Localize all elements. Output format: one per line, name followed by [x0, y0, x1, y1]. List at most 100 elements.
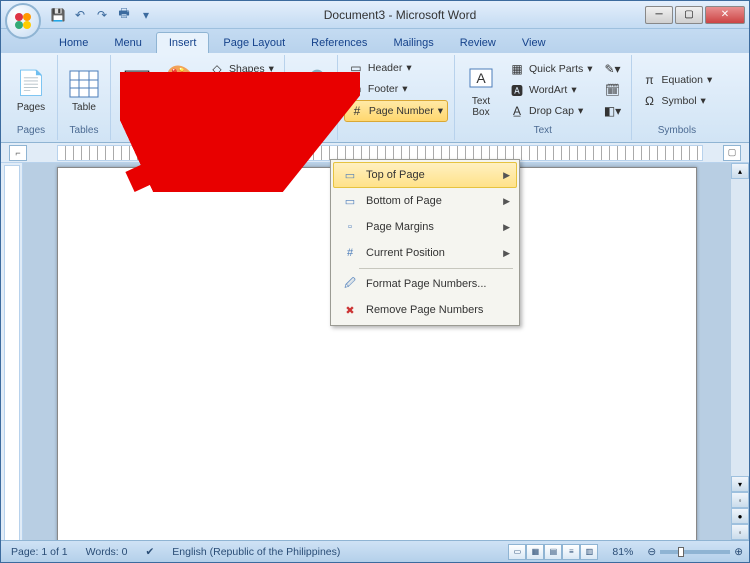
symbol-button[interactable]: ΩSymbol ▾ — [638, 91, 717, 111]
pages-button[interactable]: 📄 Pages — [11, 64, 51, 117]
web-layout-view[interactable]: ▤ — [544, 544, 562, 560]
office-button[interactable] — [5, 3, 41, 39]
header-icon: ▭ — [348, 60, 364, 76]
menu-page-margins[interactable]: ▫ Page Margins ▶ — [333, 214, 517, 240]
shapes-icon: ◇ — [209, 61, 225, 77]
clipart-icon: 🎨 — [165, 62, 197, 94]
tab-selector[interactable]: ⌐ — [9, 145, 27, 161]
submenu-arrow-icon: ▶ — [503, 170, 510, 181]
minimize-button[interactable]: ─ — [645, 6, 673, 24]
tab-mailings[interactable]: Mailings — [381, 33, 445, 53]
page-number-menu: ▭ Top of Page ▶ ▭ Bottom of Page ▶ ▫ Pag… — [330, 159, 520, 326]
dropcap-button[interactable]: A̲Drop Cap ▾ — [505, 101, 597, 121]
tab-review[interactable]: Review — [448, 33, 508, 53]
menu-bottom-of-page[interactable]: ▭ Bottom of Page ▶ — [333, 188, 517, 214]
links-button[interactable]: 🔗 Links — [291, 64, 331, 117]
group-links: 🔗 Links Links — [285, 55, 338, 140]
equation-button[interactable]: πEquation ▾ — [638, 70, 717, 90]
tab-page-layout[interactable]: Page Layout — [211, 33, 297, 53]
chart-button[interactable]: 📊Chart — [205, 101, 278, 121]
browse-object-button[interactable]: ● — [731, 508, 749, 524]
zoom-out-button[interactable]: ⊖ — [647, 546, 656, 558]
menu-remove-page-numbers[interactable]: ✖ Remove Page Numbers — [333, 297, 517, 323]
tab-view[interactable]: View — [510, 33, 558, 53]
svg-text:A: A — [476, 70, 486, 86]
picture-button[interactable]: 🖼 Picture — [117, 64, 157, 117]
draft-view[interactable]: ▥ — [580, 544, 598, 560]
group-text: A Text Box ▦Quick Parts ▾ 🅰WordArt ▾ A̲D… — [455, 55, 632, 140]
vertical-ruler — [1, 163, 23, 540]
group-label: Tables — [64, 123, 104, 138]
ribbon-tabs: Home Menu Insert Page Layout References … — [1, 29, 749, 53]
group-label: Pages — [11, 123, 51, 138]
date-button[interactable]: 🗓 — [601, 80, 625, 100]
menu-top-of-page[interactable]: ▭ Top of Page ▶ — [333, 162, 517, 188]
status-page[interactable]: Page: 1 of 1 — [7, 546, 72, 558]
submenu-arrow-icon: ▶ — [503, 222, 510, 233]
titlebar: 💾 ↶ ↷ 🖶 ▾ Document3 - Microsoft Word ─ ▢… — [1, 1, 749, 29]
chart-icon: 📊 — [209, 103, 225, 119]
wordart-icon: 🅰 — [509, 82, 525, 98]
tab-menu[interactable]: Menu — [102, 33, 154, 53]
close-button[interactable]: ✕ — [705, 6, 745, 24]
zoom-level[interactable]: 81% — [608, 546, 637, 558]
group-label: Text — [461, 123, 625, 138]
obj-button[interactable]: ◧▾ — [601, 101, 625, 121]
page-margins-icon: ▫ — [340, 219, 360, 235]
quickparts-button[interactable]: ▦Quick Parts ▾ — [505, 59, 597, 79]
proofing-icon[interactable]: ✔ — [141, 546, 158, 558]
header-button[interactable]: ▭Header ▾ — [344, 58, 448, 78]
menu-current-position[interactable]: # Current Position ▶ — [333, 240, 517, 266]
scroll-track[interactable] — [731, 179, 749, 476]
status-words[interactable]: Words: 0 — [82, 546, 132, 558]
page-number-button[interactable]: #Page Number ▾ — [344, 100, 448, 122]
tab-insert[interactable]: Insert — [156, 32, 210, 53]
quickparts-icon: ▦ — [509, 61, 525, 77]
maximize-button[interactable]: ▢ — [675, 6, 703, 24]
current-position-icon: # — [340, 245, 360, 261]
picture-icon: 🖼 — [121, 68, 153, 100]
submenu-arrow-icon: ▶ — [503, 248, 510, 259]
print-layout-view[interactable]: ▭ — [508, 544, 526, 560]
tab-references[interactable]: References — [299, 33, 379, 53]
group-label: Links — [291, 123, 331, 138]
print-icon[interactable]: 🖶 — [115, 6, 133, 24]
save-icon[interactable]: 💾 — [49, 6, 67, 24]
redo-icon[interactable]: ↷ — [93, 6, 111, 24]
ruler-toggle[interactable]: ▢ — [723, 145, 741, 161]
scroll-up-button[interactable]: ▴ — [731, 163, 749, 179]
next-page-button[interactable]: ◦ — [731, 524, 749, 540]
undo-icon[interactable]: ↶ — [71, 6, 89, 24]
clipart-button[interactable]: 🎨 Clip Art — [161, 58, 201, 122]
full-screen-view[interactable]: ▦ — [526, 544, 544, 560]
smartart-button[interactable]: ◫SmartArt — [205, 80, 278, 100]
group-label: Symbols — [638, 123, 717, 138]
page-number-icon: # — [349, 103, 365, 119]
menu-format-page-numbers[interactable]: 🖉 Format Page Numbers... — [333, 271, 517, 297]
prev-page-button[interactable]: ◦ — [731, 492, 749, 508]
shapes-button[interactable]: ◇Shapes ▾ — [205, 59, 278, 79]
sig-button[interactable]: ✎▾ — [601, 59, 625, 79]
footer-button[interactable]: ▭Footer ▾ — [344, 79, 448, 99]
date-icon: 🗓 — [605, 82, 621, 98]
zoom-in-button[interactable]: ⊕ — [734, 546, 743, 558]
table-icon — [68, 68, 100, 100]
footer-icon: ▭ — [348, 81, 364, 97]
status-language[interactable]: English (Republic of the Philippines) — [168, 546, 344, 558]
submenu-arrow-icon: ▶ — [503, 196, 510, 207]
symbol-icon: Ω — [642, 93, 658, 109]
group-illustrations: 🖼 Picture 🎨 Clip Art ◇Shapes ▾ ◫SmartArt… — [111, 55, 285, 140]
scroll-down-button[interactable]: ▾ — [731, 476, 749, 492]
zoom-slider[interactable] — [660, 550, 730, 554]
obj-icon: ◧▾ — [605, 103, 621, 119]
format-numbers-icon: 🖉 — [340, 276, 360, 292]
group-label: Illustrations — [117, 123, 278, 138]
textbox-button[interactable]: A Text Box — [461, 58, 501, 122]
qat-dropdown-icon[interactable]: ▾ — [137, 6, 155, 24]
wordart-button[interactable]: 🅰WordArt ▾ — [505, 80, 597, 100]
tab-home[interactable]: Home — [47, 33, 100, 53]
group-symbols: πEquation ▾ ΩSymbol ▾ Symbols — [632, 55, 723, 140]
outline-view[interactable]: ≡ — [562, 544, 580, 560]
table-button[interactable]: Table — [64, 64, 104, 117]
window-controls: ─ ▢ ✕ — [645, 6, 745, 24]
